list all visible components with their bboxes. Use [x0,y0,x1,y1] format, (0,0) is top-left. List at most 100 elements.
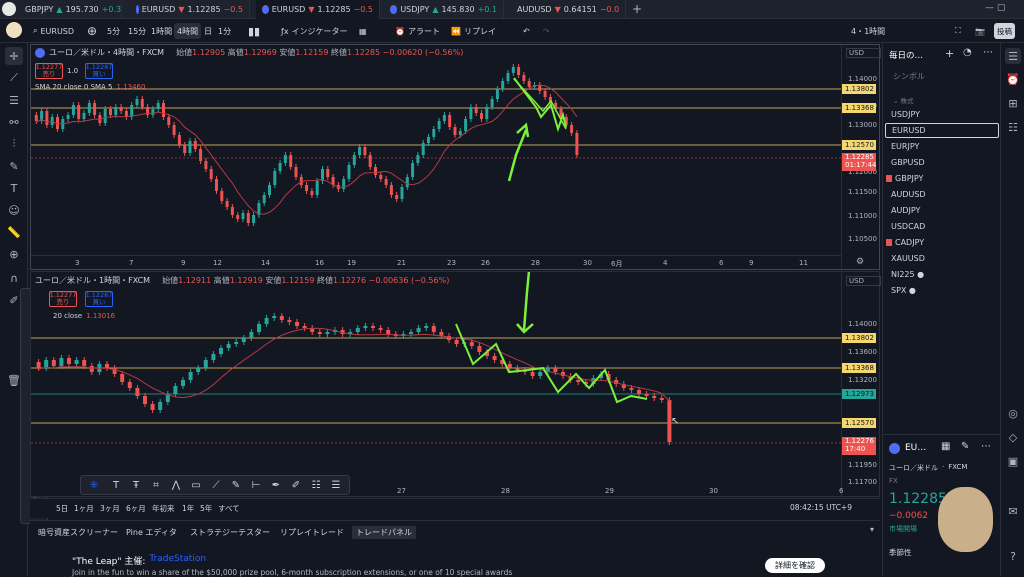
publish-button[interactable]: 投稿 [994,23,1015,39]
tab-3[interactable]: USDJPY ▲ 145.830 +0.1 [384,0,504,19]
highlighter-icon[interactable]: ☷ [309,478,323,492]
marker-icon[interactable]: ✐ [289,478,303,492]
tab-pine-editor[interactable]: Pine エディタ [122,526,181,539]
watchlist-item[interactable]: NI225 ● [885,267,999,282]
tab-1[interactable]: EURUSD ▼ 1.12285 −0.5 [130,0,250,19]
more-icon[interactable]: ⋯ [983,47,993,58]
watchlist-item[interactable]: CADJPY [885,235,999,250]
crosshair-icon[interactable]: ✛ [5,47,23,65]
settings-gear-icon[interactable]: ⚙ [856,257,864,267]
tab-4[interactable]: AUDUSD ▼ 0.64151 −0.0 [508,0,626,19]
crosshair-icon[interactable]: ⁜ [87,478,101,492]
replay-button[interactable]: ⏪ リプレイ [448,23,499,39]
layout-name[interactable]: 4・1時間 [848,23,888,39]
chart-type-icon[interactable]: ▮▮ [245,23,263,39]
compare-icon[interactable]: ⊕ [84,23,100,39]
tab-trade-panel[interactable]: トレードパネル [352,526,416,539]
watchlist-item[interactable]: GBPUSD [885,155,999,170]
details-symbol[interactable]: EU… [905,443,926,453]
watchlist-item[interactable]: EURJPY [885,139,999,154]
more-icon[interactable]: ⋯ [981,441,991,452]
chart-pane-4h[interactable]: ユーロ／米ドル・4時間・FXCM 始値1.12905 高値1.12969 安値1… [30,44,881,271]
user-avatar[interactable] [6,22,22,38]
watchlist-item[interactable]: AUDUSD [885,187,999,202]
trendline-icon[interactable]: ⟋ [5,69,23,87]
new-tab-icon[interactable]: + [632,2,642,16]
chart1-plot[interactable] [31,45,841,255]
watchlist-item[interactable]: AUDJPY [885,203,999,218]
zoom-icon[interactable]: ⊕ [5,245,23,263]
prediction-icon[interactable]: ⫶ [5,135,23,153]
target-icon[interactable]: ◎ [1005,405,1021,421]
brush-icon[interactable]: ✎ [229,478,243,492]
chart-icon[interactable]: ▦ [941,441,950,452]
eraser-icon[interactable]: ⊢ [249,478,263,492]
layers-icon[interactable]: ☰ [329,478,343,492]
fib-icon[interactable]: ☰ [5,91,23,109]
alerts-icon[interactable]: ⏰ [1005,71,1021,87]
brush-icon[interactable]: ✎ [5,157,23,175]
tab-strategy-tester[interactable]: ストラテジーテスター [186,526,274,539]
watchlist-title[interactable]: 毎日の… [889,49,923,61]
comment-icon[interactable]: ▭ [189,478,203,492]
collapse-icon[interactable]: ▾ [870,525,874,534]
data-window-icon[interactable]: ⊞ [1005,95,1021,111]
tab-2[interactable]: EURUSD ▼ 1.12285 −0.5 [256,0,380,19]
snapshot-icon[interactable]: 📷 [972,23,988,39]
icons-icon[interactable]: ☺ [5,201,23,219]
interval-4h[interactable]: 4時間 [174,23,202,39]
clock[interactable]: 08:42:15 UTC+9 [790,503,852,512]
currency-label[interactable]: USD [846,276,881,286]
interval-5m[interactable]: 5分 [104,23,123,39]
range-3m[interactable]: 3ヶ月 [100,503,120,514]
ruler-icon[interactable]: 📏 [5,223,23,241]
calendar-icon[interactable]: ▣ [1005,453,1021,469]
alert-button[interactable]: ⏰ アラート [392,23,443,39]
interval-1m[interactable]: 1分 [215,23,234,39]
section-label[interactable]: ⌄ 株式 [893,95,914,105]
range-1m[interactable]: 1ヶ月 [74,503,94,514]
wave-icon[interactable]: ⋀ [169,478,183,492]
watchlist-item[interactable]: USDJPY [885,107,999,122]
edit-icon[interactable]: ✎ [961,441,969,452]
undo-icon[interactable]: ↶ [520,23,533,39]
indicators-button[interactable]: ƒx インジケーター [278,23,351,39]
promo-button[interactable]: 詳細を確認 [765,558,825,573]
help-icon[interactable]: ? [1005,548,1021,564]
chart-pane-1h[interactable]: ユーロ／米ドル・1時間・FXCM 始値1.12911 高値1.12919 安値1… [30,271,881,498]
watchlist-item[interactable]: GBPJPY [885,171,999,186]
text-icon[interactable]: T [5,179,23,197]
window-controls-icon[interactable]: — ▢ [985,3,1005,13]
notifications-icon[interactable]: ☷ [1005,119,1021,135]
watchlist-item[interactable]: EURUSD [885,123,999,138]
chart-icon[interactable]: ◔ [963,47,972,58]
interval-15m[interactable]: 15分 [125,23,149,39]
range-6m[interactable]: 6ヶ月 [126,503,146,514]
layout-icon[interactable]: ▦ [356,23,370,39]
fullscreen-icon[interactable]: ⛶ [952,23,964,39]
range-all[interactable]: すべて [218,503,240,514]
pattern-icon[interactable]: ⚯ [5,113,23,131]
line-icon[interactable]: ⟋ [209,478,223,492]
watchlist-item[interactable]: XAUUSD [885,251,999,266]
text-icon[interactable]: T [109,478,123,492]
add-symbol-icon[interactable]: + [945,47,954,60]
symbol-search[interactable]: ⌕ EURUSD [30,23,77,39]
watchlist-item[interactable]: SPX ● [885,283,999,298]
range-5d[interactable]: 5日 [56,503,68,514]
tab-replay-trade[interactable]: リプレイトレード [276,526,348,539]
tab-screener[interactable]: 暗号資産スクリーナー [34,526,122,539]
interval-1d[interactable]: 日 [201,23,215,39]
pen-icon[interactable]: ✒ [269,478,283,492]
range-ytd[interactable]: 年初来 [152,503,175,514]
magnet-icon[interactable]: ∩ [5,269,23,287]
tab-0[interactable]: GBPJPY ▲ 195.730 +0.3 [16,0,122,19]
currency-label[interactable]: USD [846,48,881,58]
ideas-icon[interactable]: ◇ [1005,429,1021,445]
range-5y[interactable]: 5年 [200,503,212,514]
chat-icon[interactable]: ✉ [1005,503,1021,519]
range-1y[interactable]: 1年 [182,503,194,514]
watchlist-icon[interactable]: ☰ [1005,48,1021,64]
watchlist-item[interactable]: USDCAD [885,219,999,234]
frame-icon[interactable]: ⌗ [149,478,163,492]
